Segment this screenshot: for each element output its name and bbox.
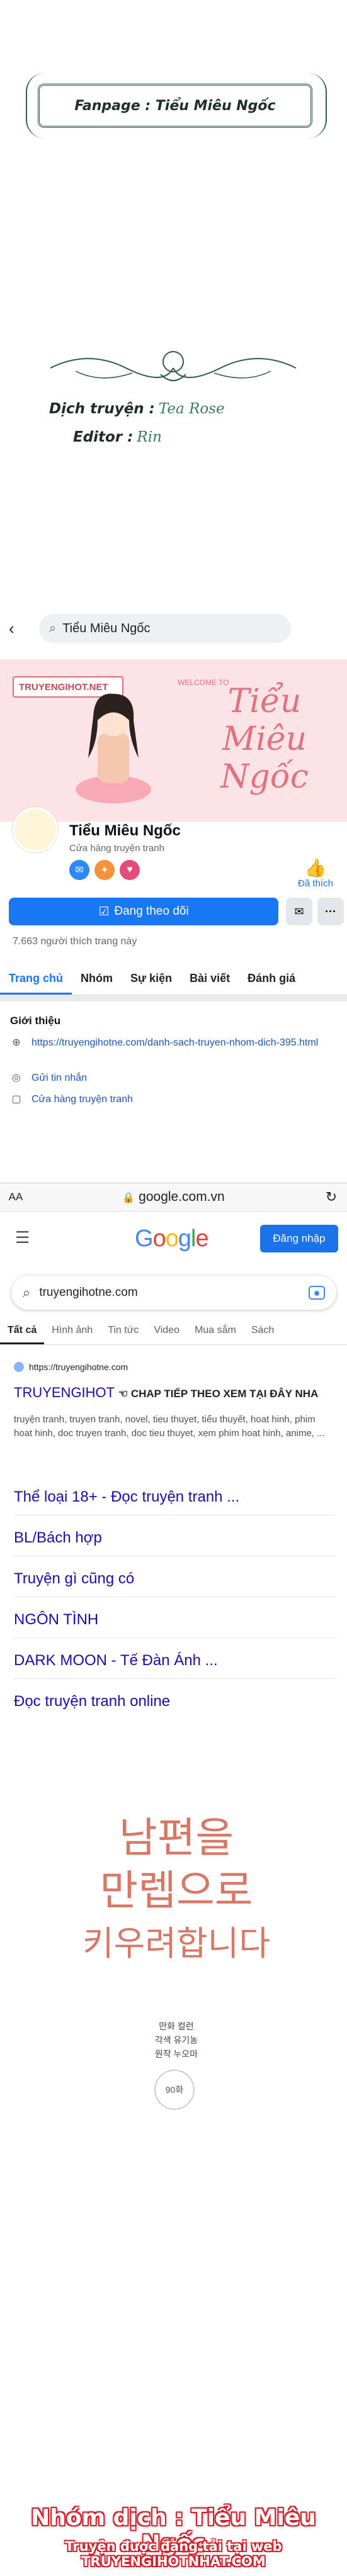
intro-message-text[interactable]: Gửi tin nhắn — [31, 1071, 338, 1084]
intro-heading: Giới thiệu — [10, 1015, 61, 1027]
google-search-box[interactable]: ⌕ truyengihotne.com ● — [11, 1276, 336, 1310]
result-title[interactable]: TRUYENGIHOT ☜ CHAP TIẾP THEO XEM TẠI ĐÂY… — [14, 1385, 318, 1401]
tab-posts[interactable]: Bài viết — [181, 963, 239, 995]
sitelink[interactable]: Thể loại 18+ - Đọc truyện tranh ... — [14, 1480, 335, 1515]
intro-link-text[interactable]: https://truyengihotne.com/danh-sach-truy… — [31, 1036, 338, 1049]
result-site[interactable]: https://truyengihotne.com — [14, 1362, 128, 1372]
tab-books[interactable]: Sách — [244, 1318, 282, 1344]
url-field[interactable]: 🔒 google.com.vn — [31, 1190, 316, 1205]
following-label: Đang theo dõi — [114, 905, 189, 918]
lens-camera-icon[interactable]: ● — [309, 1286, 325, 1300]
sitelink[interactable]: Truyện gì cũng có — [14, 1561, 335, 1597]
search-icon: ⌕ — [49, 621, 57, 635]
sitelink[interactable]: NGÔN TÌNH — [14, 1602, 335, 1638]
editor-credit: Editor : Rin — [73, 429, 162, 445]
translator-signature: Tea Rose — [158, 401, 225, 417]
manhwa-title: 남편을 만렙으로 키우려합니다 — [82, 1814, 271, 1963]
like-button[interactable]: 👍 Đã thích — [293, 857, 338, 889]
intro-link-row[interactable]: ⊕ https://truyengihotne.com/danh-sach-tr… — [10, 1036, 338, 1049]
site-favicon-icon — [14, 1362, 24, 1372]
result-highlight: ☜ CHAP TIẾP THEO XEM TẠI ĐÂY NHA — [118, 1388, 319, 1400]
fanpage-text: Fanpage : Tiểu Miêu Ngốc — [74, 98, 276, 114]
messenger-icon: ✉ — [294, 905, 304, 918]
globe-icon: ⊕ — [12, 1037, 21, 1048]
google-logo: Google — [135, 1225, 209, 1252]
sitelink[interactable]: DARK MOON - Tế Đàn Ánh ... — [14, 1643, 335, 1679]
more-icon: ··· — [325, 905, 336, 918]
ornament-divider — [50, 351, 297, 381]
intro-shop-row[interactable]: ▢ Cửa hàng truyện tranh — [10, 1093, 338, 1106]
tab-events[interactable]: Sự kiện — [122, 963, 181, 995]
tab-reviews[interactable]: Đánh giá — [239, 963, 304, 995]
tab-groups[interactable]: Nhóm — [72, 963, 122, 995]
editor-signature: Rin — [137, 429, 162, 445]
more-button[interactable]: ··· — [317, 898, 344, 925]
google-tabs: Tất cả Hình ảnh Tin tức Video Mua sắm Sá… — [0, 1318, 347, 1345]
intro-shop-text[interactable]: Cửa hàng truyện tranh — [31, 1093, 338, 1106]
sign-in-button[interactable]: Đăng nhập — [260, 1225, 338, 1252]
result-snippet: truyện tranh, truyen tranh, novel, tieu … — [14, 1414, 325, 1439]
tab-all[interactable]: Tất cả — [0, 1318, 45, 1344]
sitelink[interactable]: BL/Bách hợp — [14, 1520, 335, 1556]
page-category: Cửa hàng truyện tranh — [69, 843, 164, 854]
tab-images[interactable]: Hình ảnh — [44, 1318, 100, 1344]
reload-icon[interactable]: ↻ — [316, 1189, 347, 1205]
fb-tab-bar: Trang chủ Nhóm Sự kiện Bài viết Đánh giá — [0, 963, 347, 995]
check-icon: ☑ — [98, 905, 110, 918]
messenger-icon: ◎ — [12, 1073, 21, 1083]
episode-badge: 90화 — [154, 2070, 195, 2110]
search-query[interactable]: truyengihotne.com — [30, 1286, 309, 1300]
tab-video[interactable]: Video — [146, 1318, 187, 1344]
intro-message-row[interactable]: ◎ Gửi tin nhắn — [10, 1071, 338, 1084]
hamburger-menu-icon[interactable]: ☰ — [15, 1228, 30, 1247]
search-icon: ⌕ — [23, 1285, 31, 1300]
messenger-badge-icon: ✉ — [69, 860, 89, 880]
shop-icon: ▢ — [11, 1094, 21, 1105]
heart-badge-icon: ♥ — [120, 860, 140, 880]
fb-search-text: Tiểu Miêu Ngốc — [62, 621, 151, 635]
fire-badge-icon: ✦ — [94, 860, 115, 880]
tab-shopping[interactable]: Mua sắm — [187, 1318, 244, 1344]
cover-girl-illustration — [76, 693, 151, 803]
page-avatar[interactable] — [13, 807, 58, 852]
messenger-button[interactable]: ✉ — [286, 898, 312, 925]
fb-search-bar[interactable]: ⌕ Tiểu Miêu Ngốc — [39, 614, 291, 643]
thumbs-up-icon: 👍 — [304, 858, 327, 878]
source-website-note: Truyện được đăng tải tại web TRUYENGIHOT… — [65, 2539, 282, 2569]
sitelink[interactable]: Đọc truyện tranh online — [14, 1684, 335, 1719]
fanpage-banner: Fanpage : Tiểu Miêu Ngốc — [26, 73, 327, 138]
tab-home[interactable]: Trang chủ — [0, 963, 72, 995]
translator-credit: Dịch truyện : Tea Rose — [49, 401, 225, 417]
page-name: Tiểu Miêu Ngốc — [69, 822, 181, 839]
back-arrow-icon[interactable]: ‹ — [9, 619, 28, 638]
cover-title-text: Tiểu Miêu Ngốc — [220, 683, 309, 796]
section-divider — [0, 995, 347, 1001]
browser-address-bar[interactable]: AA 🔒 google.com.vn ↻ — [0, 1183, 347, 1212]
following-button[interactable]: ☑ Đang theo dõi — [9, 898, 278, 925]
like-label: Đã thích — [298, 878, 333, 889]
manhwa-credits: 만화 컬런 각색 유기농 원작 누오마 — [154, 2021, 198, 2059]
text-size-button[interactable]: AA — [0, 1191, 31, 1203]
fb-top-bar: ‹ ⌕ Tiểu Miêu Ngốc — [0, 607, 347, 650]
page-badges: ✉ ✦ ♥ — [69, 860, 140, 880]
lock-icon: 🔒 — [122, 1193, 135, 1203]
tab-news[interactable]: Tin tức — [100, 1318, 146, 1344]
facebook-page-screenshot: ‹ ⌕ Tiểu Miêu Ngốc TRUYENGIHOT.NET WELCO… — [0, 607, 347, 1205]
likes-count: 7.663 người thích trang này — [13, 936, 137, 947]
